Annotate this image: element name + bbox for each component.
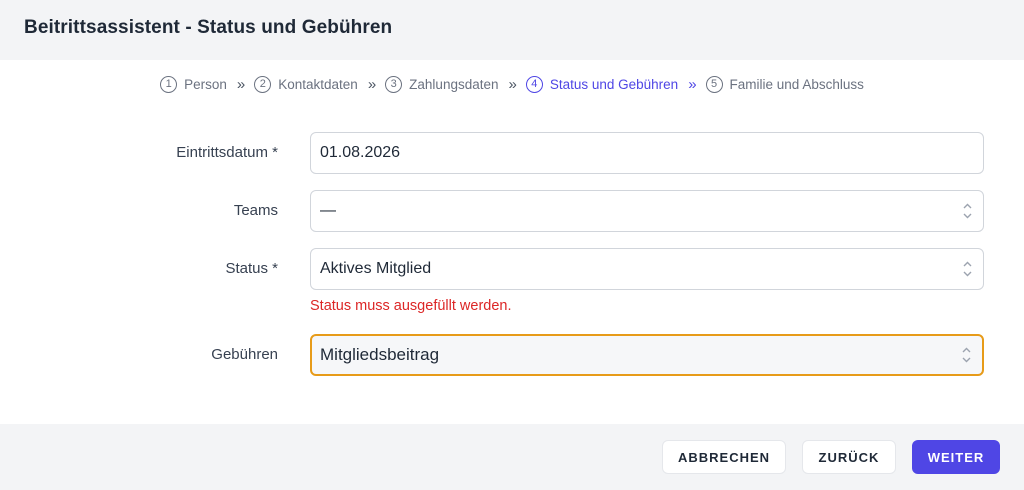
- entry-date-input[interactable]: 01.08.2026: [310, 132, 984, 174]
- step-separator: »: [688, 75, 697, 93]
- step-number: 1: [160, 75, 178, 93]
- status-value: Aktives Mitglied: [320, 260, 432, 277]
- back-button[interactable]: ZURÜCK: [802, 440, 896, 474]
- status-error-message: Status muss ausgefüllt werden.: [310, 298, 512, 314]
- step-label: Familie und Abschluss: [729, 76, 864, 92]
- step-number: 5: [705, 75, 723, 93]
- entry-date-label: Eintrittsdatum *: [176, 144, 278, 161]
- dialog-header: Beitrittsassistent - Status und Gebühren: [0, 0, 1024, 60]
- status-label: Status *: [225, 260, 278, 277]
- teams-value: —: [320, 202, 336, 219]
- step-separator: »: [236, 75, 246, 93]
- fees-value: Mitgliedsbeitrag: [320, 345, 440, 364]
- step-separator: »: [508, 75, 517, 93]
- step-status-und-gebuehren: 4 Status und Gebühren: [525, 75, 679, 93]
- dialog-title: Beitrittsassistent - Status und Gebühren: [24, 17, 393, 38]
- entry-date-value: 01.08.2026: [320, 144, 401, 161]
- select-chevron-icon: [962, 203, 972, 219]
- wizard-steps: 1 Person » 2 Kontaktdaten » 3 Zahlungsda…: [0, 74, 1024, 94]
- step-kontaktdaten: 2 Kontaktdaten: [254, 75, 358, 93]
- step-number: 2: [254, 75, 272, 93]
- step-person: 1 Person: [160, 75, 227, 93]
- wizard-dialog: Beitrittsassistent - Status und Gebühren…: [0, 0, 1024, 490]
- fees-label: Gebühren: [211, 346, 278, 363]
- teams-label: Teams: [233, 202, 278, 219]
- select-chevron-icon: [961, 347, 971, 363]
- teams-select[interactable]: —: [310, 190, 984, 232]
- step-number: 3: [385, 75, 403, 93]
- step-label: Kontaktdaten: [278, 76, 358, 92]
- step-number: 4: [525, 75, 543, 93]
- status-select[interactable]: Aktives Mitglied: [310, 248, 984, 290]
- next-button[interactable]: WEITER: [912, 440, 1000, 474]
- step-familie-und-abschluss: 5 Familie und Abschluss: [705, 75, 864, 93]
- dialog-footer: ABBRECHEN ZURÜCK WEITER: [0, 424, 1024, 490]
- step-separator: »: [367, 75, 377, 93]
- cancel-button[interactable]: ABBRECHEN: [662, 440, 786, 474]
- step-label: Zahlungsdaten: [409, 76, 499, 92]
- step-label: Status und Gebühren: [549, 76, 679, 92]
- fees-select[interactable]: Mitgliedsbeitrag: [310, 334, 984, 376]
- select-chevron-icon: [962, 261, 972, 277]
- step-label: Person: [184, 76, 227, 92]
- step-zahlungsdaten: 3 Zahlungsdaten: [385, 75, 499, 93]
